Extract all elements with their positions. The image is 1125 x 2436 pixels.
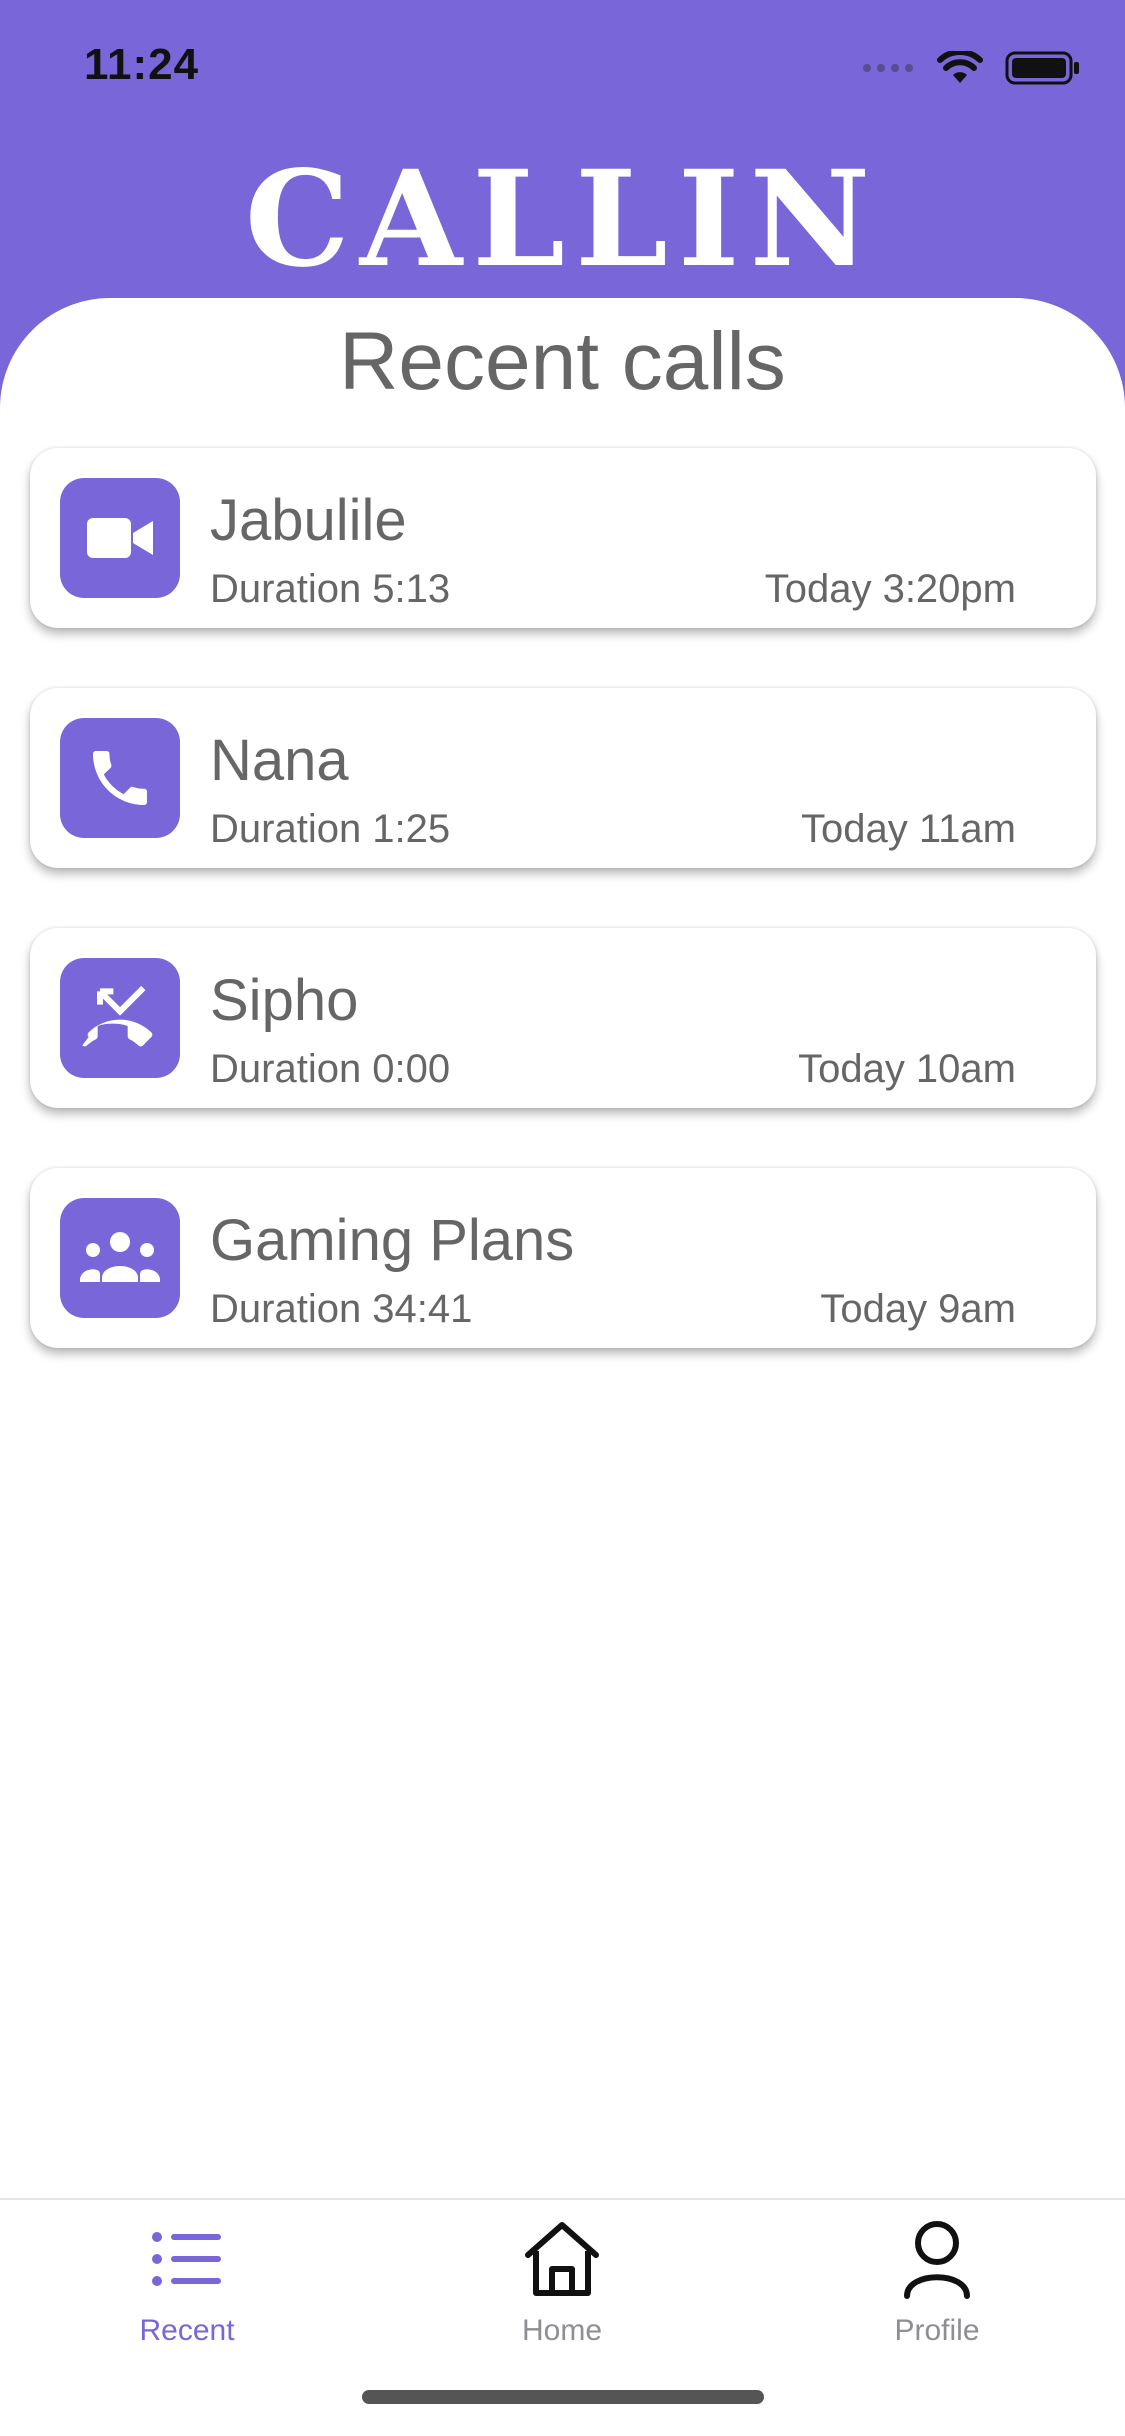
group-icon: [60, 1198, 180, 1318]
missed-call-icon: [60, 958, 180, 1078]
call-duration: Duration 1:25: [210, 807, 451, 851]
video-call-icon: [60, 478, 180, 598]
caller-name: Sipho: [210, 968, 359, 1033]
call-time: Today 10am: [798, 1047, 1016, 1091]
tab-label: Home: [521, 2314, 603, 2347]
wifi-icon: [937, 48, 983, 90]
profile-icon: [892, 2214, 982, 2304]
tab-label: Recent: [139, 2314, 235, 2347]
home-icon: [517, 2214, 607, 2304]
call-time: Today 11am: [801, 807, 1016, 851]
phone-icon: [60, 718, 180, 838]
app-logo: CALLIN: [244, 142, 881, 297]
call-item-jabulile[interactable]: Jabulile Duration 5:13 Today 3:20pm: [30, 448, 1096, 628]
page-title: Recent calls: [339, 316, 786, 407]
call-item-nana[interactable]: Nana Duration 1:25 Today 11am: [30, 688, 1096, 868]
call-item-sipho[interactable]: Sipho Duration 0:00 Today 10am: [30, 928, 1096, 1108]
list-icon: [142, 2214, 232, 2304]
tab-label: Profile: [894, 2314, 980, 2347]
call-item-gaming-plans[interactable]: Gaming Plans Duration 34:41 Today 9am: [30, 1168, 1096, 1348]
signal-icon: [861, 61, 915, 80]
caller-name: Jabulile: [210, 488, 407, 553]
status-icons: [861, 48, 1081, 91]
call-time: Today 9am: [820, 1287, 1016, 1331]
caller-name: Nana: [210, 728, 349, 793]
tab-recent[interactable]: Recent: [67, 2210, 307, 2360]
tab-home[interactable]: Home: [442, 2210, 682, 2360]
content-sheet: Recent calls Jabulile Duration 5:13 Toda…: [0, 298, 1125, 2198]
tab-profile[interactable]: Profile: [817, 2210, 1057, 2360]
screen: 11:24 CALLIN Recent calls Jabulile Durat…: [0, 0, 1125, 2436]
call-list: Jabulile Duration 5:13 Today 3:20pm Nana…: [30, 448, 1096, 1408]
call-duration: Duration 0:00: [210, 1047, 451, 1091]
home-indicator: [362, 2390, 764, 2404]
call-time: Today 3:20pm: [764, 567, 1016, 611]
call-duration: Duration 34:41: [210, 1287, 473, 1331]
status-bar: 11:24: [0, 0, 1125, 140]
call-duration: Duration 5:13: [210, 567, 451, 611]
status-time: 11:24: [84, 40, 200, 89]
battery-icon: [1005, 50, 1081, 91]
caller-name: Gaming Plans: [210, 1208, 575, 1273]
